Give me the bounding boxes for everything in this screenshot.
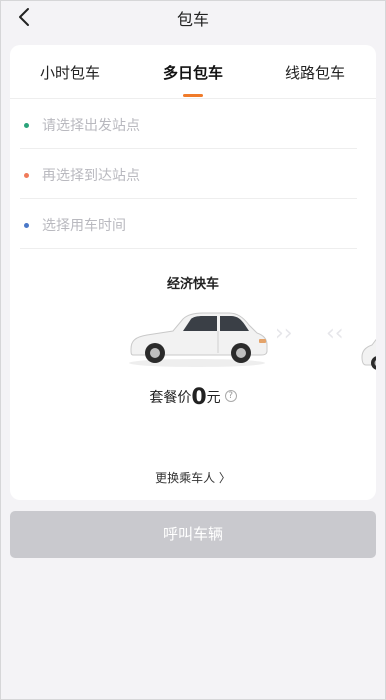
car-type-label: 经济快车 [166,277,219,292]
arrival-station-placeholder: 再选择到达站点 [42,168,140,184]
tab-multi-day-charter[interactable]: 多日包车 [163,62,223,83]
charter-tabs: 小时包车 多日包车 线路包车 [10,45,376,99]
app-header: 包车 [0,0,386,36]
departure-station-placeholder: 请选择出发站点 [42,118,140,134]
departure-dot-icon [24,123,29,128]
change-passenger-link[interactable]: 更换乘车人 〉 [10,469,376,486]
price-value: 0 [191,385,207,410]
tab-route-charter[interactable]: 线路包车 [285,62,345,83]
time-dot-icon [24,223,29,228]
price-prefix: 套餐价 [149,390,192,406]
price-unit: 元 [206,390,221,406]
next-car-preview-icon[interactable] [358,321,376,371]
package-price: 套餐价0元? [10,385,376,410]
departure-station-field[interactable]: 请选择出发站点 [20,99,357,149]
car-carousel[interactable]: ›› ‹‹ [10,303,376,373]
active-tab-indicator [183,94,203,97]
next-arrow-icon[interactable]: ›› [275,321,293,346]
economy-car-icon[interactable] [125,307,269,369]
arrival-station-field[interactable]: 再选择到达站点 [20,149,357,199]
arrival-dot-icon [24,173,29,178]
call-vehicle-button[interactable]: 呼叫车辆 [10,511,376,558]
page-title: 包车 [176,10,209,29]
tab-hourly-charter[interactable]: 小时包车 [40,62,100,83]
prev-arrow-icon[interactable]: ‹‹ [326,321,344,346]
pickup-time-field[interactable]: 选择用车时间 [20,199,357,249]
price-help-icon[interactable]: ? [224,390,237,402]
pickup-time-placeholder: 选择用车时间 [42,218,126,234]
charter-card: 小时包车 多日包车 线路包车 请选择出发站点 再选择到达站点 选择用车时间 经济… [10,45,376,500]
